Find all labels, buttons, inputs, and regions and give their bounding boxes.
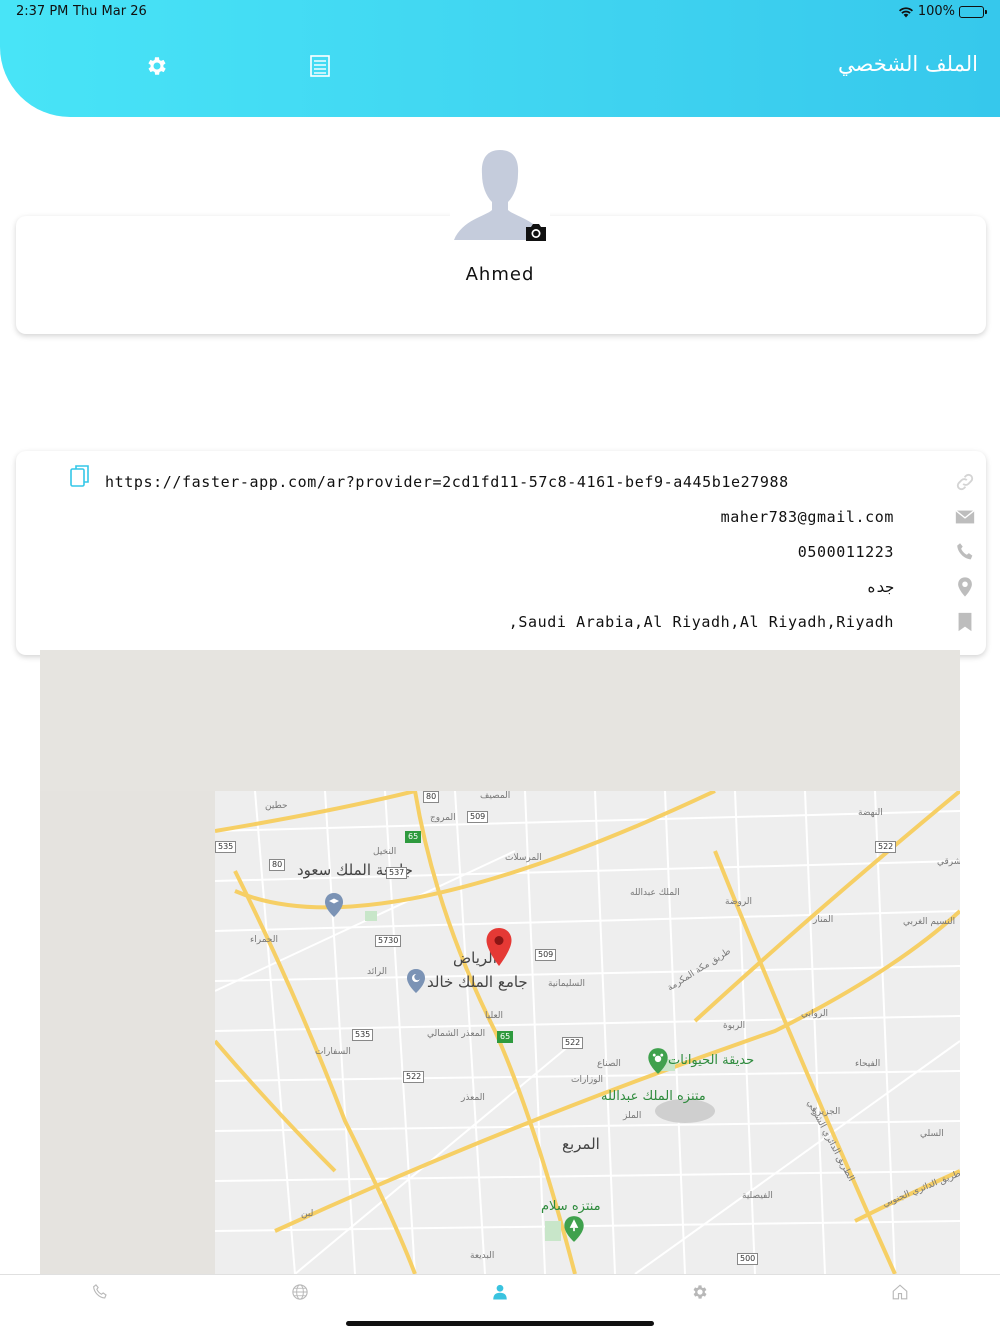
status-date: Thu Mar 26: [73, 4, 147, 19]
map-place-label: منتزه سلام: [541, 1199, 601, 1214]
camera-icon[interactable]: [524, 222, 548, 242]
map-place-label: متنزه الملك عبدالله: [601, 1089, 706, 1104]
tab-home-icon[interactable]: [891, 1283, 909, 1301]
share-link-text[interactable]: https://faster-app.com/ar?provider=2cd1f…: [105, 473, 789, 491]
map-district-label: الملك عبدالله: [630, 888, 680, 898]
route-shield: 65: [497, 1031, 514, 1043]
status-right: 100%: [898, 4, 987, 19]
zoo-marker-icon: [648, 1048, 668, 1074]
map-district-label: لبن: [301, 1209, 314, 1219]
profile-name: Ahmed: [465, 264, 535, 285]
map-district-label: البديعة: [470, 1251, 495, 1261]
university-marker-icon: [325, 893, 343, 917]
tab-phone-icon[interactable]: [91, 1283, 109, 1301]
map-empty-area: [40, 650, 960, 791]
page-title: الملف الشخصي: [838, 52, 978, 76]
city-text: جده: [866, 578, 894, 596]
map-place-label: المربع: [562, 1135, 600, 1153]
map-tiles[interactable]: حطين المصيف المروج النخيل المرسلات الملك…: [215, 791, 960, 1274]
map-district-label: الفيصلية: [742, 1191, 773, 1201]
map-district-label: النسيم الشرقي: [937, 857, 960, 867]
map-district-label: المصيف: [480, 791, 511, 801]
map-district-label: الوزارات: [571, 1075, 604, 1085]
map-district-label: السلي: [920, 1129, 944, 1139]
contact-info-card: https://faster-app.com/ar?provider=2cd1f…: [16, 451, 986, 655]
route-shield: 509: [467, 811, 489, 823]
bookmark-icon: [958, 612, 972, 632]
route-shield: 5730: [375, 935, 402, 947]
route-shield: 522: [875, 841, 897, 853]
mail-icon: [955, 510, 975, 524]
link-icon: [956, 473, 974, 491]
list-icon[interactable]: [308, 54, 332, 78]
route-shield: 535: [215, 841, 237, 853]
home-indicator[interactable]: [346, 1321, 654, 1326]
tab-globe-icon[interactable]: [291, 1283, 309, 1301]
email-text: maher783@gmail.com: [720, 508, 894, 526]
info-row-city: جده: [16, 572, 986, 602]
status-time: 2:37 PM: [16, 4, 69, 19]
gear-icon[interactable]: [145, 54, 169, 78]
location-pin-marker-icon: [486, 928, 512, 966]
location-map[interactable]: حطين المصيف المروج النخيل المرسلات الملك…: [40, 650, 960, 1274]
route-shield: 80: [269, 859, 286, 871]
map-district-label: العليا: [485, 1011, 504, 1021]
park-marker-icon: [564, 1216, 584, 1242]
map-district-label: الصناع: [597, 1059, 621, 1069]
battery-percent: 100%: [917, 4, 955, 19]
phone-icon: [957, 543, 973, 560]
tab-profile-icon[interactable]: [491, 1283, 509, 1301]
map-district-label: الحمراء: [250, 935, 278, 945]
map-place-label: حديقة الحيوانات: [668, 1053, 755, 1068]
map-district-label: الروضة: [725, 897, 753, 907]
map-district-label: النخيل: [373, 847, 397, 857]
map-district-label: حطين: [265, 801, 288, 811]
location-pin-icon: [958, 577, 972, 597]
route-shield: 500: [737, 1253, 759, 1265]
map-district-label: المعذر الشمالي: [427, 1029, 486, 1039]
wifi-icon: [898, 6, 913, 17]
info-row-address: ,Saudi Arabia,Al Riyadh,Al Riyadh,Riyadh: [16, 607, 986, 637]
map-place-label: جامع الملك خالد: [427, 973, 528, 991]
map-district-label: الروابي: [801, 1009, 829, 1019]
map-district-label: السليمانية: [548, 979, 585, 989]
map-district-label: الفيحاء: [855, 1059, 881, 1069]
map-district-label: المنار: [813, 915, 834, 925]
route-shield: 535: [352, 1029, 374, 1041]
phone-text: 0500011223: [797, 543, 894, 561]
route-shield: 537: [386, 867, 408, 879]
info-row-phone: 0500011223: [16, 537, 986, 567]
map-district-label: السفارات: [315, 1047, 351, 1057]
address-text: ,Saudi Arabia,Al Riyadh,Al Riyadh,Riyadh: [508, 613, 894, 631]
map-district-label: المروج: [430, 813, 456, 823]
info-row-email: maher783@gmail.com: [16, 502, 986, 532]
map-district-label: الربوة: [723, 1021, 746, 1031]
map-district-label: الرائد: [367, 967, 387, 977]
map-district-label: الملز: [623, 1111, 642, 1121]
map-district-label: المعذر: [461, 1093, 485, 1103]
map-district-label: النسيم الغربي: [903, 917, 956, 927]
route-shield: 80: [423, 791, 440, 803]
route-shield: 65: [405, 831, 422, 843]
info-row-link[interactable]: https://faster-app.com/ar?provider=2cd1f…: [16, 467, 986, 497]
mosque-marker-icon: [407, 969, 425, 993]
status-bar: 2:37 PM Thu Mar 26 100%: [0, 0, 1000, 24]
battery-icon: [959, 5, 987, 18]
route-shield: 509: [535, 949, 557, 961]
map-district-label: المرسلات: [505, 853, 542, 863]
tab-settings-icon[interactable]: [691, 1283, 709, 1301]
map-district-label: النهضة: [858, 808, 883, 818]
route-shield: 522: [403, 1071, 425, 1083]
route-shield: 522: [562, 1037, 584, 1049]
